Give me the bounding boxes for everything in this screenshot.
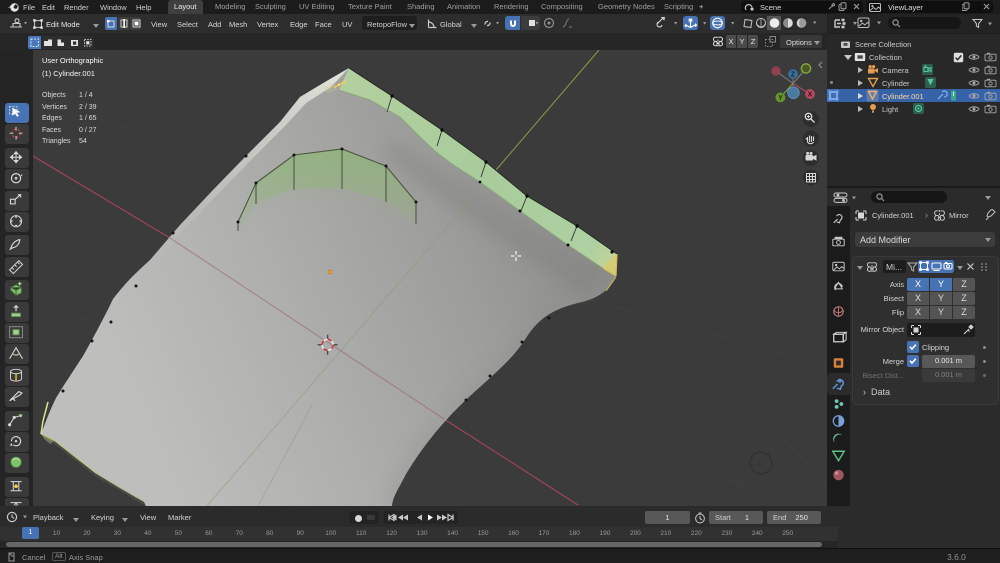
svg-text:Z: Z [791,72,796,79]
svg-text:X: X [808,92,813,99]
svg-text:Y: Y [778,95,783,102]
